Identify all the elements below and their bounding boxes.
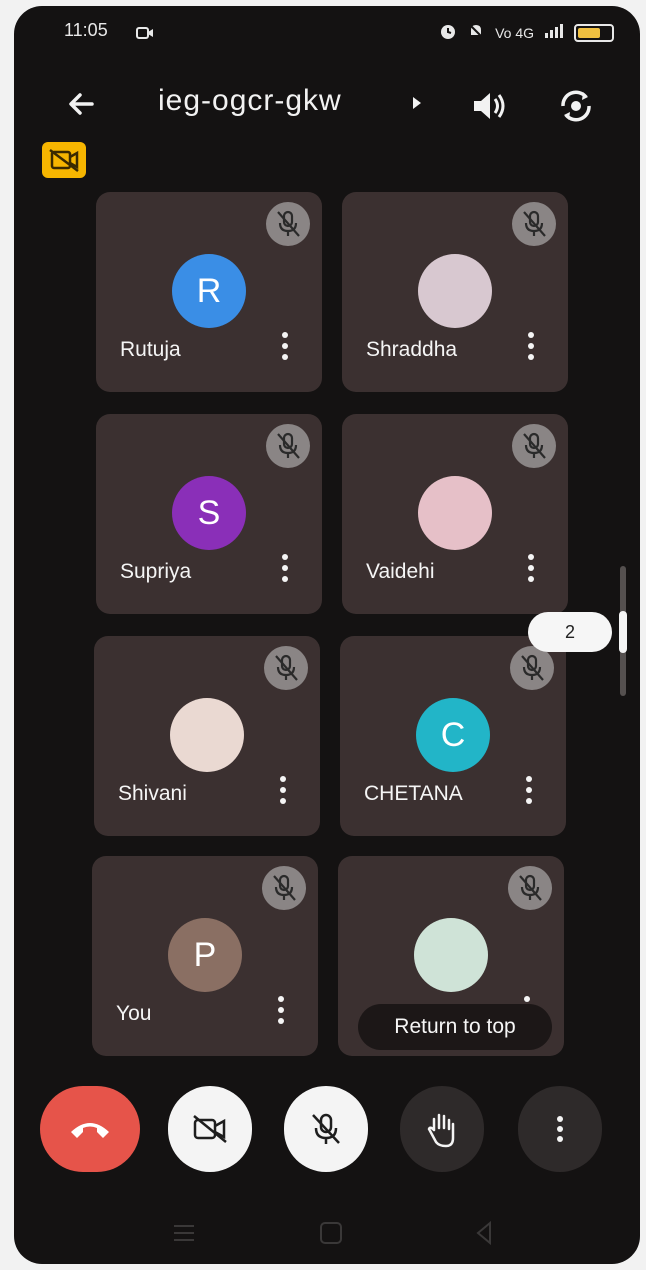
video-recording-icon bbox=[136, 24, 154, 45]
switch-camera-icon[interactable] bbox=[554, 84, 598, 128]
camera-off-icon bbox=[193, 1115, 227, 1143]
more-vert-icon[interactable] bbox=[278, 332, 292, 368]
phone-screen: 11:05 Vo 4G ieg-ogcr-gkw R Rutuja Shradd… bbox=[14, 6, 640, 1264]
alarm-icon bbox=[439, 22, 457, 43]
more-vert-icon[interactable] bbox=[274, 996, 288, 1032]
participant-name: Shraddha bbox=[366, 338, 458, 361]
back-arrow-icon[interactable] bbox=[60, 82, 104, 126]
meeting-code[interactable]: ieg-ogcr-gkw bbox=[158, 84, 342, 118]
participant-avatar bbox=[418, 254, 492, 328]
participant-tile[interactable]: S Supriya bbox=[96, 414, 322, 614]
more-vert-icon[interactable] bbox=[524, 332, 538, 368]
mic-off-icon bbox=[312, 1113, 340, 1144]
participant-name: You bbox=[116, 1002, 152, 1025]
muted-mic-icon bbox=[508, 866, 552, 910]
status-time: 11:05 bbox=[64, 20, 108, 40]
participant-tile[interactable]: P You bbox=[92, 856, 318, 1056]
status-bar: 11:05 Vo 4G bbox=[14, 6, 640, 54]
more-vert-icon[interactable] bbox=[276, 776, 290, 812]
muted-mic-icon bbox=[264, 646, 308, 690]
participant-name: Vaidehi bbox=[366, 560, 435, 583]
participant-tile[interactable]: Shraddha bbox=[342, 192, 568, 392]
return-to-top-button[interactable]: Return to top bbox=[358, 1004, 552, 1050]
participant-avatar bbox=[418, 476, 492, 550]
muted-mic-icon bbox=[512, 424, 556, 468]
participant-avatar: C bbox=[416, 698, 490, 772]
more-vert-icon[interactable] bbox=[522, 776, 536, 812]
muted-mic-icon bbox=[262, 866, 306, 910]
camera-toggle-button[interactable] bbox=[168, 1086, 252, 1172]
chevron-right-icon[interactable] bbox=[412, 96, 422, 115]
more-vert-icon[interactable] bbox=[278, 554, 292, 590]
scroll-thumb[interactable] bbox=[619, 611, 627, 653]
system-nav-bar bbox=[14, 1204, 640, 1264]
page-indicator: 2 bbox=[528, 612, 612, 652]
mute-icon bbox=[467, 22, 485, 43]
participant-tile[interactable]: Vaidehi bbox=[342, 414, 568, 614]
nav-back-icon[interactable] bbox=[476, 1220, 491, 1246]
network-text: Vo 4G bbox=[495, 24, 534, 41]
nav-home-icon[interactable] bbox=[320, 1222, 342, 1244]
participant-tile[interactable]: R Rutuja bbox=[96, 192, 322, 392]
mic-toggle-button[interactable] bbox=[284, 1086, 368, 1172]
nav-menu-icon[interactable] bbox=[174, 1225, 194, 1241]
participant-name: Shivani bbox=[118, 782, 187, 805]
participant-avatar: P bbox=[168, 918, 242, 992]
participant-avatar bbox=[414, 918, 488, 992]
signal-icon bbox=[544, 23, 564, 42]
participant-name: Supriya bbox=[120, 560, 192, 583]
no-video-recording-icon[interactable] bbox=[42, 142, 86, 178]
raise-hand-icon bbox=[427, 1113, 455, 1148]
muted-mic-icon bbox=[266, 202, 310, 246]
more-options-button[interactable] bbox=[518, 1086, 602, 1172]
participant-tile[interactable]: Shivani bbox=[94, 636, 320, 836]
end-call-icon bbox=[71, 1123, 109, 1138]
status-icons: Vo 4G bbox=[439, 22, 614, 43]
participant-name: Rutuja bbox=[120, 338, 181, 361]
participant-avatar: S bbox=[172, 476, 246, 550]
battery-icon bbox=[574, 23, 614, 42]
more-vert-icon bbox=[557, 1116, 563, 1142]
raise-hand-button[interactable] bbox=[400, 1086, 484, 1172]
more-vert-icon[interactable] bbox=[524, 554, 538, 590]
speaker-icon[interactable] bbox=[466, 84, 510, 128]
participant-tile[interactable]: C CHETANA bbox=[340, 636, 566, 836]
participant-avatar: R bbox=[172, 254, 246, 328]
muted-mic-icon bbox=[512, 202, 556, 246]
end-call-button[interactable] bbox=[40, 1086, 140, 1172]
call-header: ieg-ogcr-gkw bbox=[14, 76, 640, 132]
participant-name: CHETANA bbox=[364, 782, 463, 805]
participant-avatar bbox=[170, 698, 244, 772]
muted-mic-icon bbox=[266, 424, 310, 468]
muted-mic-icon bbox=[510, 646, 554, 690]
